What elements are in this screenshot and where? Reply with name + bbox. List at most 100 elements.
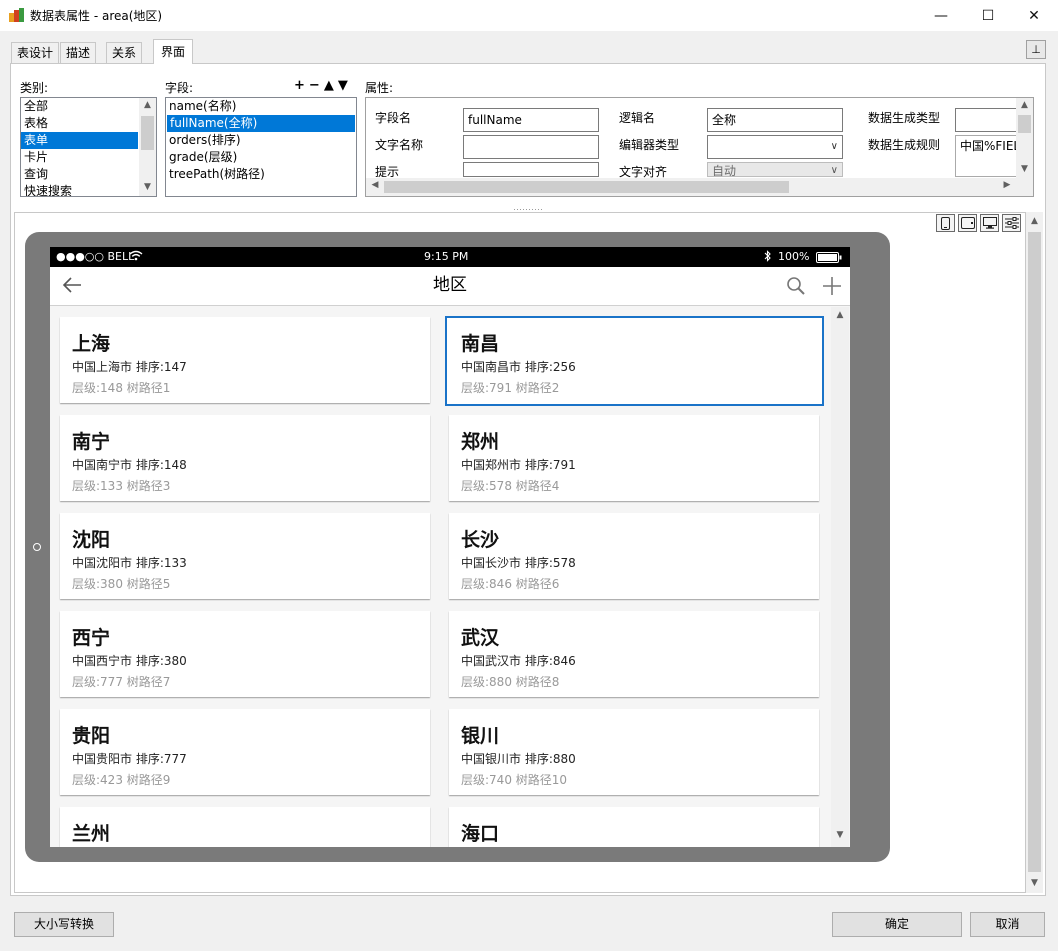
remove-field-icon[interactable]: −: [309, 78, 324, 93]
list-item-selected[interactable]: 南昌 中国南昌市 排序:256 层级:791 树路径2: [445, 316, 824, 406]
tablet-icon[interactable]: [958, 214, 977, 232]
card-subtitle: 中国长沙市 排序:578: [461, 556, 576, 570]
category-list[interactable]: 全部 表格 表单 卡片 查询 快速搜索 ▲ ▼: [20, 97, 157, 197]
fields-label: 字段:: [165, 81, 194, 95]
list-item[interactable]: 查询: [21, 166, 156, 183]
list-item[interactable]: 沈阳 中国沈阳市 排序:133 层级:380 树路径5: [60, 513, 430, 599]
list-item[interactable]: 武汉 中国武汉市 排序:846 层级:880 树路径8: [449, 611, 819, 697]
move-up-icon[interactable]: ▲: [324, 78, 338, 93]
fields-list[interactable]: name(名称) fullName(全称) orders(排序) grade(层…: [165, 97, 357, 197]
list-item[interactable]: 西宁 中国西宁市 排序:380 层级:777 树路径7: [60, 611, 430, 697]
chevron-down-icon: ∨: [830, 165, 838, 176]
list-item[interactable]: 兰州: [60, 807, 430, 847]
editor-type-select[interactable]: ∨: [707, 135, 843, 159]
tab-interface[interactable]: 界面: [153, 39, 194, 64]
card-title: 长沙: [461, 529, 500, 551]
list-item[interactable]: 全部: [21, 98, 156, 115]
card-subtitle: 中国贵阳市 排序:777: [72, 752, 187, 766]
card-title: 海口: [461, 823, 500, 845]
card-title: 郑州: [461, 431, 500, 453]
case-convert-button[interactable]: 大小写转换: [14, 912, 114, 937]
card-subtitle: 中国西宁市 排序:380: [72, 654, 187, 668]
gen-type-input[interactable]: [955, 108, 1017, 132]
list-item[interactable]: 快速搜索: [21, 183, 156, 196]
card-meta: 层级:740 树路径10: [461, 773, 568, 787]
gen-rule-label: 数据生成规则: [868, 138, 941, 152]
hint-input[interactable]: [463, 162, 599, 177]
list-item[interactable]: treePath(树路径): [166, 166, 356, 183]
chevron-down-icon: ∨: [830, 141, 838, 152]
card-title: 贵阳: [72, 725, 111, 747]
device-home-button: [33, 543, 41, 551]
list-item[interactable]: 银川 中国银川市 排序:880 层级:740 树路径10: [449, 709, 819, 795]
list-item[interactable]: name(名称): [166, 98, 356, 115]
logic-name-input[interactable]: 全称: [707, 108, 843, 132]
status-bar: ●●●○○ BELL 9:15 PM 100%: [50, 247, 850, 267]
list-item[interactable]: 卡片: [21, 149, 156, 166]
phone-icon[interactable]: [936, 214, 955, 232]
tab-relations[interactable]: 关系: [106, 42, 143, 63]
add-field-icon[interactable]: +: [294, 78, 309, 93]
text-name-input[interactable]: [463, 135, 599, 159]
list-item[interactable]: 长沙 中国长沙市 排序:578 层级:846 树路径6: [449, 513, 819, 599]
battery-percent: 100%: [778, 250, 810, 263]
card-title: 南昌: [461, 333, 500, 355]
card-title: 银川: [461, 725, 500, 747]
field-name-input[interactable]: fullName: [463, 108, 599, 132]
list-item[interactable]: 贵阳 中国贵阳市 排序:777 层级:423 树路径9: [60, 709, 430, 795]
add-icon[interactable]: [822, 276, 842, 299]
tab-description[interactable]: 描述: [60, 42, 97, 63]
minimize-button[interactable]: —: [918, 0, 964, 31]
card-title: 沈阳: [72, 529, 111, 551]
list-item[interactable]: orders(排序): [166, 132, 356, 149]
scroll-corner: [1016, 178, 1033, 196]
card-subtitle: 中国上海市 排序:147: [72, 360, 187, 374]
properties-vscrollbar[interactable]: ▲ ▼: [1016, 98, 1033, 178]
preview-scrollbar[interactable]: ▲ ▼: [1026, 212, 1043, 893]
card-subtitle: 中国武汉市 排序:846: [461, 654, 576, 668]
gen-rule-input[interactable]: 中国%FIEL: [955, 135, 1017, 177]
list-item[interactable]: 上海 中国上海市 排序:147 层级:148 树路径1: [60, 317, 430, 403]
card-meta: 层级:777 树路径7: [72, 675, 171, 689]
list-item[interactable]: 南宁 中国南宁市 排序:148 层级:133 树路径3: [60, 415, 430, 501]
card-meta: 层级:791 树路径2: [461, 381, 560, 395]
close-button[interactable]: ✕: [1011, 0, 1057, 31]
pin-icon[interactable]: ⊥: [1026, 40, 1046, 59]
logic-name-label: 逻辑名: [619, 111, 656, 125]
nav-title: 地区: [433, 275, 467, 295]
align-value: 自动: [712, 164, 737, 177]
card-subtitle: 中国银川市 排序:880: [461, 752, 576, 766]
properties-hscrollbar[interactable]: ◀ ▶: [366, 178, 1016, 196]
screen-scrollbar[interactable]: ▲ ▼: [831, 307, 849, 847]
device-screen: ●●●○○ BELL 9:15 PM 100% 地区 上海 中国上海市 排序:1…: [50, 247, 850, 847]
battery-icon: [816, 252, 842, 266]
align-select[interactable]: 自动 ∨: [707, 162, 843, 177]
card-title: 南宁: [72, 431, 111, 453]
maximize-button[interactable]: ☐: [965, 0, 1011, 31]
title-bar: 数据表属性 - area(地区) — ☐ ✕: [0, 0, 1058, 31]
move-down-icon[interactable]: ▼: [338, 78, 352, 93]
card-subtitle: 中国郑州市 排序:791: [461, 458, 576, 472]
list-item[interactable]: 表格: [21, 115, 156, 132]
ok-button[interactable]: 确定: [832, 912, 962, 937]
settings-sliders-icon[interactable]: [1002, 214, 1021, 232]
nav-bar: 地区: [50, 267, 850, 306]
category-label: 类别:: [20, 81, 49, 95]
search-icon[interactable]: [786, 276, 806, 299]
tab-table-design[interactable]: 表设计: [11, 42, 60, 63]
list-item[interactable]: 表单: [21, 132, 138, 149]
list-item[interactable]: 海口: [449, 807, 819, 847]
splitter-handle[interactable]: [514, 203, 544, 213]
list-item[interactable]: grade(层级): [166, 149, 356, 166]
desktop-icon[interactable]: [980, 214, 999, 232]
window-title: 数据表属性 - area(地区): [30, 9, 163, 23]
card-meta: 层级:578 树路径4: [461, 479, 560, 493]
list-item[interactable]: fullName(全称): [167, 115, 355, 132]
card-subtitle: 中国南昌市 排序:256: [461, 360, 576, 374]
card-title: 武汉: [461, 627, 500, 649]
wifi-icon: [129, 250, 143, 264]
cancel-button[interactable]: 取消: [970, 912, 1045, 937]
fields-toolbar: +−▲▼: [294, 78, 352, 93]
category-scrollbar[interactable]: ▲ ▼: [139, 98, 156, 196]
list-item[interactable]: 郑州 中国郑州市 排序:791 层级:578 树路径4: [449, 415, 819, 501]
